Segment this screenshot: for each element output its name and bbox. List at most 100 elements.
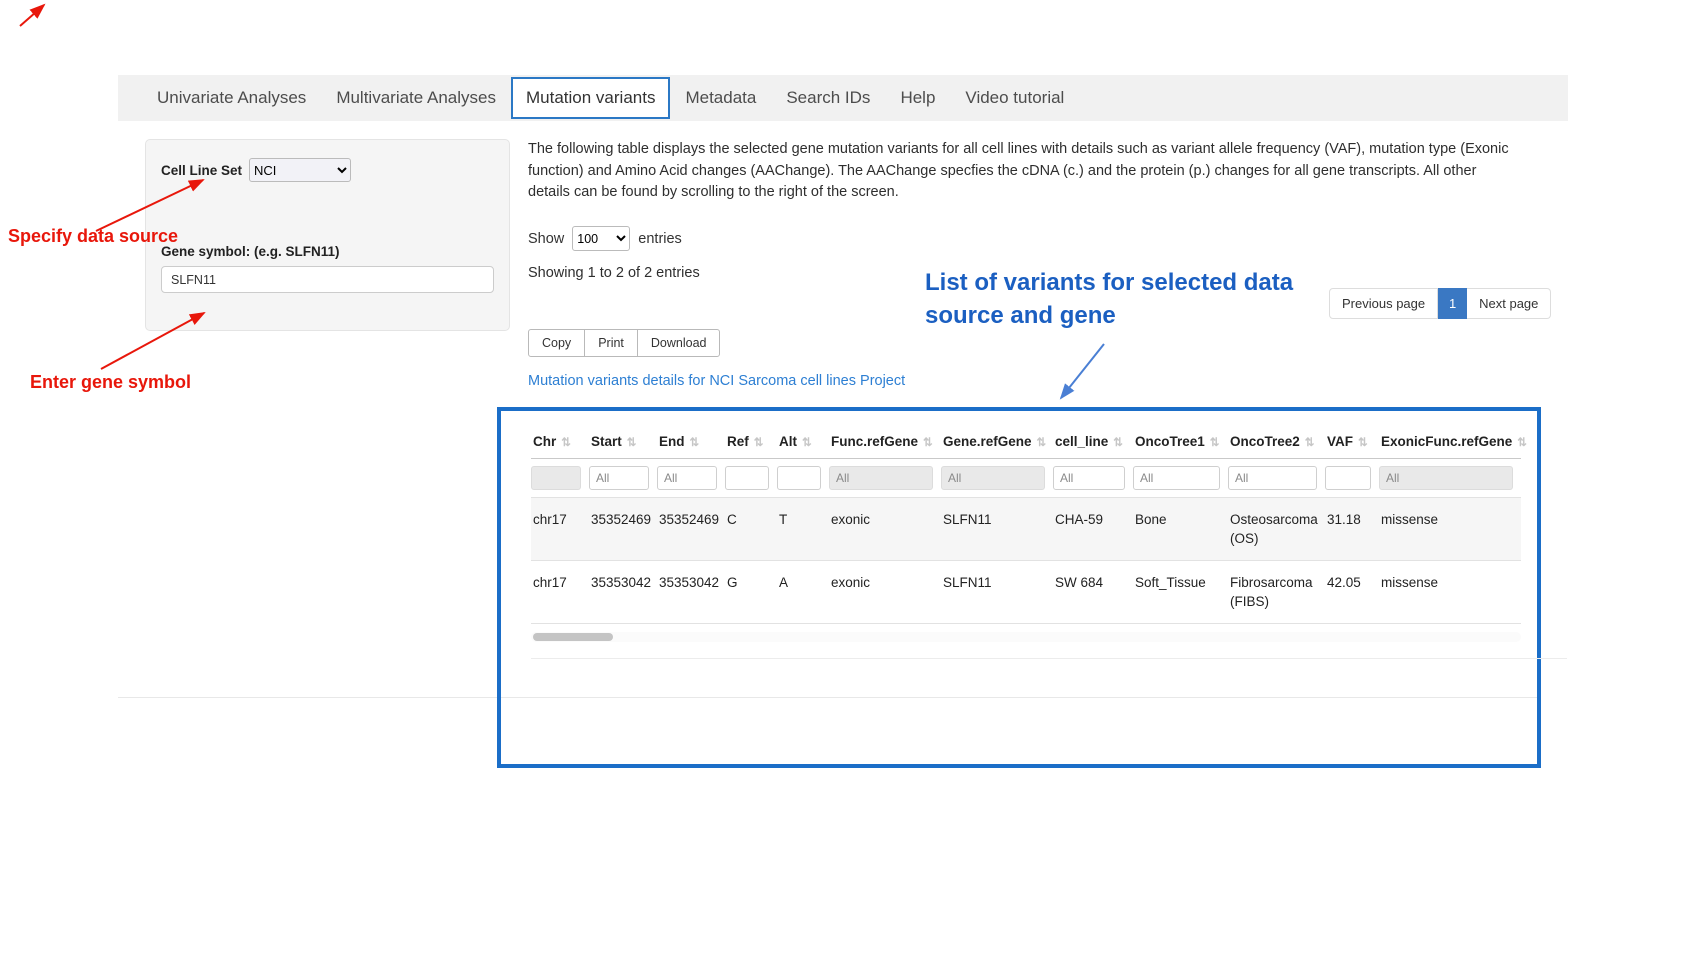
filter-cell — [1133, 459, 1228, 498]
column-filter-end[interactable] — [657, 466, 717, 490]
column-header-oncotree2[interactable]: OncoTree2 ⇅ — [1228, 425, 1325, 459]
filter-cell — [657, 459, 725, 498]
tab-help[interactable]: Help — [885, 78, 950, 118]
table-cell: C — [725, 498, 777, 561]
enter-gene-symbol-note: Enter gene symbol — [30, 372, 191, 393]
column-header-vaf[interactable]: VAF⇅ — [1325, 425, 1379, 459]
filter-cell — [589, 459, 657, 498]
page-divider — [118, 697, 497, 698]
horizontal-scrollbar-thumb[interactable] — [533, 633, 613, 641]
list-of-variants-arrow — [1061, 344, 1104, 398]
table-cell: CHA-59 — [1053, 498, 1133, 561]
column-header-oncotree1[interactable]: OncoTree1⇅ — [1133, 425, 1228, 459]
column-filter-gene-refgene[interactable] — [941, 466, 1045, 490]
tab-mutation-variants[interactable]: Mutation variants — [511, 77, 670, 119]
column-label: Chr — [533, 434, 556, 449]
sort-icon: ⇅ — [1305, 437, 1315, 449]
tab-multivariate-analyses[interactable]: Multivariate Analyses — [321, 78, 511, 118]
table-cell: Bone — [1133, 498, 1228, 561]
column-filter-oncotree1[interactable] — [1133, 466, 1220, 490]
sort-icon: ⇅ — [802, 437, 812, 449]
print-button[interactable]: Print — [584, 329, 638, 357]
column-filter-func-refgene[interactable] — [829, 466, 933, 490]
tab-video-tutorial[interactable]: Video tutorial — [950, 78, 1079, 118]
filter-cell — [829, 459, 941, 498]
table-cell: T — [777, 498, 829, 561]
specify-data-source-note: Specify data source — [8, 226, 178, 247]
filter-cell — [941, 459, 1053, 498]
export-buttons: CopyPrintDownload — [528, 329, 720, 357]
table-cell: SLFN11 — [941, 561, 1053, 624]
column-header-alt[interactable]: Alt ⇅ — [777, 425, 829, 459]
sort-icon: ⇅ — [561, 437, 571, 449]
filter-cell — [1379, 459, 1521, 498]
table-caption: Mutation variants details for NCI Sarcom… — [528, 373, 905, 389]
table-cell: A — [777, 561, 829, 624]
column-header-cell-line[interactable]: cell_line⇅ — [1053, 425, 1133, 459]
tab-univariate-analyses[interactable]: Univariate Analyses — [142, 78, 321, 118]
column-label: ExonicFunc.refGene — [1381, 434, 1512, 449]
column-label: OncoTree2 — [1230, 434, 1300, 449]
column-header-end[interactable]: End⇅ — [657, 425, 725, 459]
copy-button[interactable]: Copy — [528, 329, 585, 357]
table-cell: chr17 — [531, 561, 589, 624]
filter-cell — [1228, 459, 1325, 498]
sort-icon: ⇅ — [1113, 437, 1123, 449]
table-cell: SW 684 — [1053, 561, 1133, 624]
tab-search-ids[interactable]: Search IDs — [771, 78, 885, 118]
page-divider-inner — [501, 697, 1537, 698]
column-label: Gene.refGene — [943, 434, 1032, 449]
sort-icon: ⇅ — [1210, 437, 1220, 449]
column-label: End — [659, 434, 685, 449]
table-cell: 35352469 — [657, 498, 725, 561]
next-page-button[interactable]: Next page — [1467, 288, 1551, 319]
column-header-gene-refgene[interactable]: Gene.refGene ⇅ — [941, 425, 1053, 459]
column-filter-vaf[interactable] — [1325, 466, 1371, 490]
sort-icon: ⇅ — [1037, 437, 1047, 449]
table-cell: Osteosarcoma (OS) — [1228, 498, 1325, 561]
table-cell: 35353042 — [657, 561, 725, 624]
page-length-select[interactable]: 100 — [572, 226, 630, 251]
variants-table-box: Chr⇅Start⇅End⇅Ref⇅Alt⇅Func.refGene⇅Gene.… — [497, 407, 1541, 768]
table-row: chr173535304235353042GAexonicSLFN11SW 68… — [531, 561, 1521, 624]
sort-icon: ⇅ — [754, 437, 764, 449]
download-button[interactable]: Download — [637, 329, 721, 357]
tab-metadata[interactable]: Metadata — [670, 78, 771, 118]
table-bottom-divider — [531, 658, 1567, 659]
column-header-ref[interactable]: Ref⇅ — [725, 425, 777, 459]
table-cell: missense — [1379, 561, 1521, 624]
cell-line-set-select[interactable]: NCI — [249, 158, 351, 182]
table-header-row: Chr⇅Start⇅End⇅Ref⇅Alt⇅Func.refGene⇅Gene.… — [531, 425, 1521, 459]
previous-page-button[interactable]: Previous page — [1329, 288, 1438, 319]
table-cell: Fibrosarcoma (FIBS) — [1228, 561, 1325, 624]
current-page-button[interactable]: 1 — [1438, 288, 1467, 319]
show-label: Show — [528, 231, 564, 247]
table-cell: exonic — [829, 561, 941, 624]
column-filter-chr[interactable] — [531, 466, 581, 490]
column-filter-start[interactable] — [589, 466, 649, 490]
column-header-start[interactable]: Start⇅ — [589, 425, 657, 459]
filter-cell — [531, 459, 589, 498]
table-cell: 35352469 — [589, 498, 657, 561]
gene-symbol-label: Gene symbol: (e.g. SLFN11) — [161, 244, 494, 259]
table-cell: 31.18 — [1325, 498, 1379, 561]
cell-line-set-label: Cell Line Set — [161, 163, 242, 178]
column-filter-cell-line[interactable] — [1053, 466, 1125, 490]
filter-cell — [1325, 459, 1379, 498]
column-filter-oncotree2[interactable] — [1228, 466, 1317, 490]
column-header-exonicfunc-refgene[interactable]: ExonicFunc.refGene⇅ — [1379, 425, 1521, 459]
entries-label: entries — [638, 231, 682, 247]
variants-table: Chr⇅Start⇅End⇅Ref⇅Alt⇅Func.refGene⇅Gene.… — [531, 425, 1521, 624]
column-label: Func.refGene — [831, 434, 918, 449]
gene-symbol-input[interactable] — [161, 266, 494, 293]
column-header-chr[interactable]: Chr ⇅ — [531, 425, 589, 459]
column-filter-alt[interactable] — [777, 466, 821, 490]
table-filter-row — [531, 459, 1521, 498]
column-filter-exonicfunc-refgene[interactable] — [1379, 466, 1513, 490]
column-header-func-refgene[interactable]: Func.refGene ⇅ — [829, 425, 941, 459]
filter-cell — [725, 459, 777, 498]
filter-cell — [777, 459, 829, 498]
column-label: Alt — [779, 434, 797, 449]
column-filter-ref[interactable] — [725, 466, 769, 490]
sort-icon: ⇅ — [923, 437, 933, 449]
